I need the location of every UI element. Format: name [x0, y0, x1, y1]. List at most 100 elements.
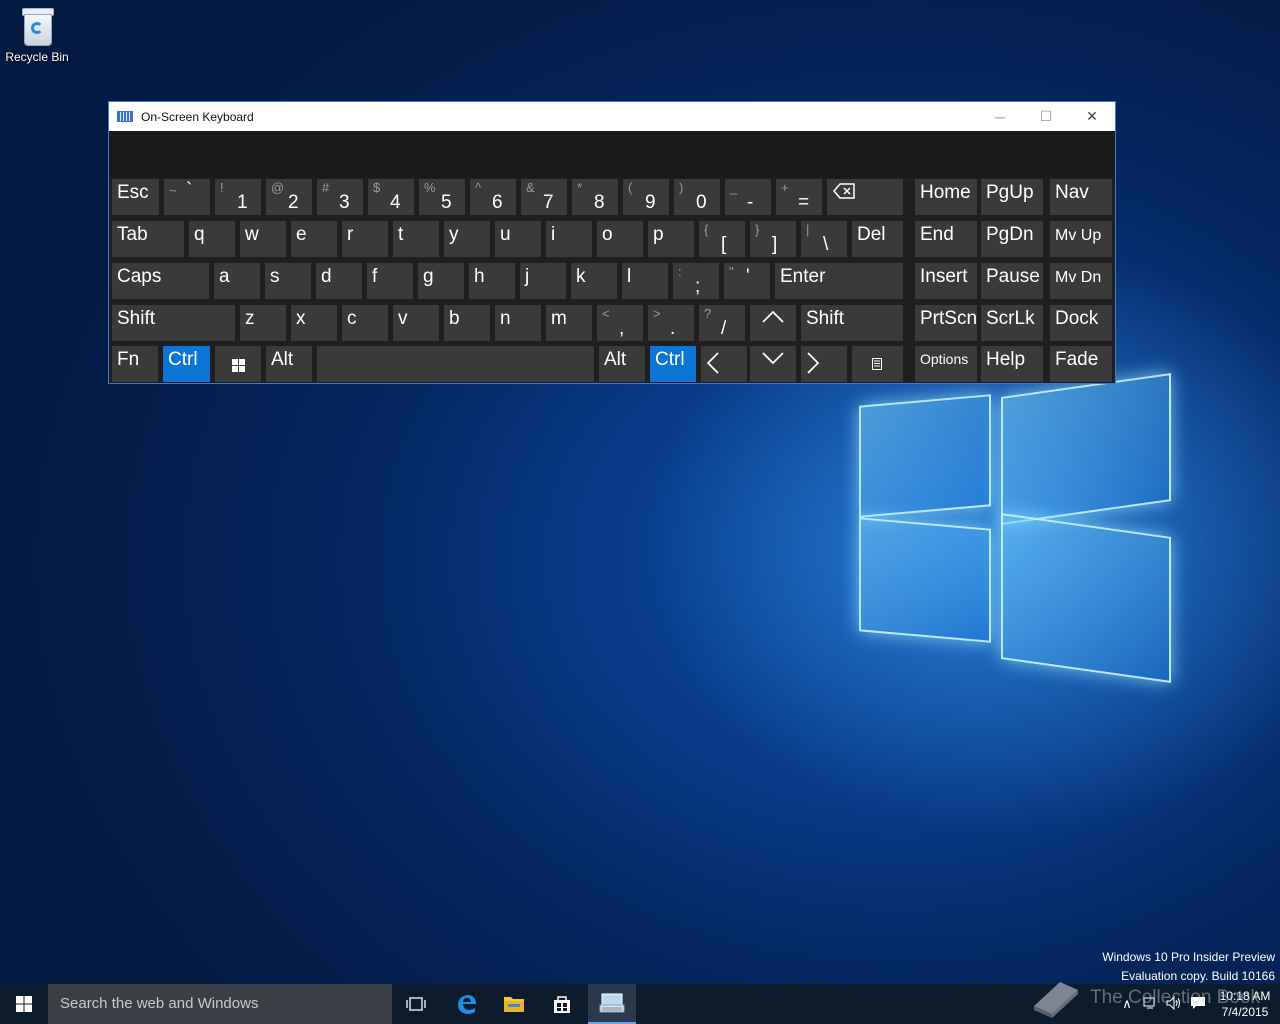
key-f[interactable]: f	[367, 263, 413, 299]
key-d[interactable]: d	[316, 263, 362, 299]
key-nav[interactable]: Nav	[1050, 179, 1112, 215]
key-options[interactable]: Options	[915, 346, 977, 382]
key-mv-up[interactable]: Mv Up	[1050, 221, 1112, 257]
store-button[interactable]	[538, 984, 586, 1024]
key-enter[interactable]: Enter	[775, 263, 903, 299]
key-x[interactable]: x	[291, 305, 337, 341]
key-w[interactable]: w	[240, 221, 286, 257]
key-7[interactable]: & 7	[521, 179, 567, 215]
key-arrow-down[interactable]	[750, 346, 796, 382]
key-help[interactable]: Help	[981, 346, 1043, 382]
key-3[interactable]: #3	[317, 179, 363, 215]
key-left-shift[interactable]: Shift	[112, 305, 235, 341]
key-v[interactable]: v	[393, 305, 439, 341]
key-p[interactable]: p	[648, 221, 694, 257]
start-button[interactable]	[0, 984, 48, 1024]
key-arrow-left[interactable]	[701, 346, 747, 382]
key-period[interactable]: >.	[648, 305, 694, 341]
key-left-ctrl[interactable]: Ctrl	[163, 346, 210, 382]
task-view-button[interactable]	[392, 984, 440, 1024]
key-right-bracket[interactable]: }]	[750, 221, 796, 257]
key-j[interactable]: j	[520, 263, 566, 299]
key-4[interactable]: $4	[368, 179, 414, 215]
key-y[interactable]: y	[444, 221, 490, 257]
keyboard-icon	[117, 111, 133, 122]
minimize-button[interactable]: ─	[977, 102, 1023, 131]
close-button[interactable]: ✕	[1069, 102, 1115, 131]
key-5[interactable]: % 5	[419, 179, 465, 215]
key-i[interactable]: i	[546, 221, 592, 257]
key-slash[interactable]: ? /	[699, 305, 745, 341]
key-equals[interactable]: + =	[776, 179, 822, 215]
key-pause[interactable]: Pause	[981, 263, 1043, 299]
key-comma[interactable]: <,	[597, 305, 643, 341]
key-pgdn[interactable]: PgDn	[981, 221, 1043, 257]
key-g[interactable]: g	[418, 263, 464, 299]
key-8[interactable]: * 8	[572, 179, 618, 215]
key-del[interactable]: Del	[852, 221, 903, 257]
key-t[interactable]: t	[393, 221, 439, 257]
key-quote[interactable]: " '	[724, 263, 770, 299]
key-pgup[interactable]: PgUp	[981, 179, 1043, 215]
key-home[interactable]: Home	[915, 179, 977, 215]
folder-icon	[504, 997, 524, 1012]
edge-browser-button[interactable]	[442, 984, 490, 1024]
key-esc[interactable]: Esc	[112, 179, 159, 215]
key-fade[interactable]: Fade	[1050, 346, 1112, 382]
key-fn[interactable]: Fn	[112, 346, 158, 382]
key-2[interactable]: @2	[266, 179, 312, 215]
key-semicolon[interactable]: :;	[673, 263, 719, 299]
key-u[interactable]: u	[495, 221, 541, 257]
key-windows[interactable]	[215, 346, 261, 382]
on-screen-keyboard-taskbar-button[interactable]	[588, 984, 636, 1024]
key-1[interactable]: ! 1	[215, 179, 261, 215]
key-left-bracket[interactable]: {[	[699, 221, 745, 257]
key-s[interactable]: s	[265, 263, 311, 299]
key-b[interactable]: b	[444, 305, 490, 341]
key-l[interactable]: l	[622, 263, 668, 299]
window-title: On-Screen Keyboard	[141, 109, 254, 124]
windows-logo-icon	[232, 359, 245, 372]
key-q[interactable]: q	[189, 221, 235, 257]
key-right-ctrl[interactable]: Ctrl	[650, 346, 696, 382]
key-6[interactable]: ^ 6	[470, 179, 516, 215]
key-minus[interactable]: _ -	[725, 179, 771, 215]
maximize-button[interactable]: ☐	[1023, 102, 1069, 131]
key-arrow-up[interactable]	[750, 305, 796, 341]
key-left-alt[interactable]: Alt	[266, 346, 312, 382]
key-9[interactable]: (9	[623, 179, 669, 215]
key-backspace[interactable]	[827, 179, 903, 215]
key-mv-dn[interactable]: Mv Dn	[1050, 263, 1112, 299]
key-space[interactable]	[317, 346, 594, 382]
file-explorer-button[interactable]	[490, 984, 538, 1024]
key-e[interactable]: e	[291, 221, 337, 257]
recycle-bin-shortcut[interactable]: Recycle Bin	[4, 6, 70, 64]
brand-watermark: The Collection Book	[1030, 976, 1260, 1020]
key-right-shift[interactable]: Shift	[801, 305, 903, 341]
key-a[interactable]: a	[214, 263, 260, 299]
key-dock[interactable]: Dock	[1050, 305, 1112, 341]
key-arrow-right[interactable]	[801, 346, 847, 382]
key-0[interactable]: ) 0	[674, 179, 720, 215]
key-r[interactable]: r	[342, 221, 388, 257]
key-prtscn[interactable]: PrtScn	[915, 305, 977, 341]
search-box[interactable]: Search the web and Windows	[48, 984, 392, 1024]
key-m[interactable]: m	[546, 305, 592, 341]
key-z[interactable]: z	[240, 305, 286, 341]
key-menu[interactable]	[852, 346, 903, 382]
key-backslash[interactable]: | \	[801, 221, 847, 257]
key-insert[interactable]: Insert	[915, 263, 977, 299]
title-bar[interactable]: On-Screen Keyboard ─ ☐ ✕	[109, 102, 1115, 131]
key-caps[interactable]: Caps	[112, 263, 209, 299]
key-end[interactable]: End	[915, 221, 977, 257]
key-right-alt[interactable]: Alt	[599, 346, 645, 382]
key-k[interactable]: k	[571, 263, 617, 299]
key-c[interactable]: c	[342, 305, 388, 341]
key-h[interactable]: h	[469, 263, 515, 299]
key-o[interactable]: o	[597, 221, 643, 257]
keyboard-keys: Esc ~ ` ! 1 @2 #3 $4 % 5 ^ 6 & 7 * 8 (9 ) 0 _ - …	[112, 179, 1112, 382]
key-scrlk[interactable]: ScrLk	[981, 305, 1043, 341]
key-tab[interactable]: Tab	[112, 221, 184, 257]
key-n[interactable]: n	[495, 305, 541, 341]
key-tilde[interactable]: ~ `	[164, 179, 210, 215]
